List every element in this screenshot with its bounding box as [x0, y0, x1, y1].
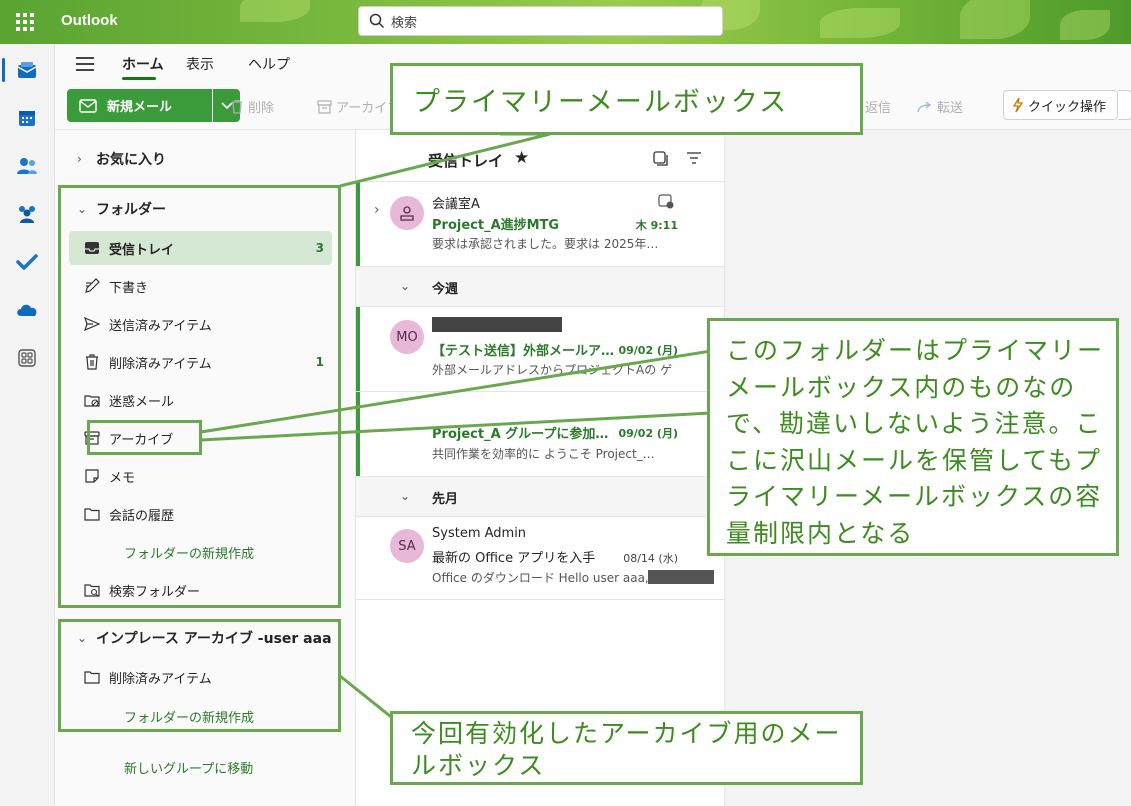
- onedrive-icon[interactable]: [15, 298, 39, 322]
- mail-icon[interactable]: [15, 58, 39, 82]
- redacted-text: [648, 570, 714, 584]
- top-bar: Outlook 検索: [0, 0, 1131, 44]
- tab-view[interactable]: 表示: [186, 54, 214, 74]
- search-icon: [369, 13, 385, 29]
- quick-action-button[interactable]: クイック操作: [1003, 90, 1118, 120]
- tab-home[interactable]: ホーム: [122, 54, 164, 74]
- message-preview: 共同作業を効率的に ようこそ Project_…: [432, 447, 655, 461]
- message-time: 09/02 (月): [618, 344, 678, 357]
- new-mail-button[interactable]: 新規メール: [67, 89, 212, 122]
- message-subject: Project_A進捗MTG: [432, 218, 560, 233]
- mail-compose-icon: [79, 98, 97, 113]
- archive-icon: [317, 99, 332, 114]
- quick-action-dropdown[interactable]: [1118, 90, 1131, 120]
- message-item[interactable]: › 会議室A Project_A進捗MTG 木 9:11 要求は承認されました。…: [356, 182, 724, 267]
- message-subject: 最新の Office アプリを入手: [432, 551, 596, 566]
- rail-active-indicator: [2, 58, 5, 82]
- delete-label: 削除: [248, 101, 275, 116]
- favorites-row[interactable]: › お気に入り: [55, 142, 355, 176]
- message-list-header: 受信トレイ ★: [356, 130, 724, 182]
- message-subject: Project_A グループに参加…: [432, 427, 609, 442]
- callout-folder-note: このフォルダーはプライマリーメールボックス内のものなので、勘違いしないよう注意。…: [707, 318, 1119, 556]
- groups-icon[interactable]: [15, 202, 39, 226]
- calendar-icon[interactable]: [15, 106, 39, 130]
- search-placeholder: 検索: [391, 15, 418, 31]
- callout-primary-text: プライマリーメールボックス: [413, 87, 789, 118]
- avatar: SA: [390, 529, 424, 563]
- forward-button[interactable]: 転送: [917, 97, 963, 116]
- message-preview: 要求は承認されました。要求は 2025年…: [432, 237, 659, 251]
- callout-archive-mailbox: 今回有効化したアーカイブ用のメールボックス: [390, 711, 863, 785]
- hamburger-menu-icon[interactable]: [76, 57, 94, 71]
- archive-mailbox-highlight-frame: [58, 619, 341, 732]
- reply-label: 返信: [865, 101, 892, 116]
- chevron-down-icon: ⌄: [400, 279, 411, 293]
- callout-archive-text: 今回有効化したアーカイブ用のメールボックス: [411, 719, 842, 780]
- lightning-icon: [1012, 97, 1024, 113]
- message-item[interactable]: MO 【テスト送信】外部メールア… 09/02 (月) 外部メールアドレスからプ…: [356, 307, 724, 392]
- message-list-title: 受信トレイ: [428, 152, 504, 170]
- folders-highlight-frame: [58, 185, 341, 608]
- message-sender: System Admin: [432, 526, 527, 541]
- avatar: MO: [390, 320, 424, 354]
- message-time: 09/02 (月): [618, 427, 678, 440]
- archive-button[interactable]: アーカイブ: [317, 97, 400, 116]
- avatar: [390, 196, 424, 230]
- favorite-star-icon[interactable]: ★: [514, 148, 529, 168]
- tab-help[interactable]: ヘルプ: [248, 54, 290, 74]
- quick-action-label: クイック操作: [1028, 99, 1107, 115]
- forward-label: 転送: [937, 101, 964, 116]
- archive-folder-highlight-frame: [87, 420, 202, 455]
- app-launcher-icon[interactable]: [16, 13, 34, 31]
- forward-arrow-icon: [917, 100, 932, 112]
- reply-button[interactable]: 返信: [865, 97, 891, 116]
- callout-primary-mailbox: プライマリーメールボックス: [390, 63, 863, 135]
- app-title[interactable]: Outlook: [61, 12, 118, 29]
- group-label: 今週: [432, 282, 459, 297]
- message-preview: Office のダウンロード Hello user aaa,: [432, 571, 649, 585]
- group-last-month[interactable]: ⌄ 先月: [356, 477, 724, 517]
- more-apps-icon[interactable]: [15, 346, 39, 370]
- chevron-down-icon: ⌄: [400, 489, 411, 503]
- favorites-header: お気に入り: [96, 152, 166, 168]
- people-icon[interactable]: [15, 154, 39, 178]
- message-item[interactable]: SA System Admin 最新の Office アプリを入手 08/14 …: [356, 517, 724, 600]
- todo-check-icon[interactable]: [15, 250, 39, 274]
- delete-button[interactable]: 削除: [230, 97, 274, 116]
- chevron-right-icon[interactable]: ›: [374, 202, 380, 218]
- chevron-right-icon: ›: [77, 152, 82, 166]
- callout-note-text: このフォルダーはプライマリーメールボックス内のものなので、勘違いしないよう注意。…: [726, 336, 1105, 548]
- message-list: 受信トレイ ★ › 会議室A Project_A進捗MTG 木 9:11 要求は…: [355, 130, 725, 806]
- message-sender: 会議室A: [432, 197, 480, 212]
- room-icon: [400, 206, 414, 221]
- filter-icon[interactable]: [686, 152, 702, 164]
- message-preview: 外部メールアドレスからプロジェクトAの ゲ: [432, 363, 673, 377]
- message-time: 08/14 (水): [623, 552, 678, 565]
- new-mail-label: 新規メール: [107, 100, 173, 115]
- move-to-new-group-link[interactable]: 新しいグループに移動: [124, 758, 253, 777]
- search-box[interactable]: 検索: [358, 6, 723, 36]
- message-subject: 【テスト送信】外部メールア…: [432, 344, 615, 359]
- message-time: 木 9:11: [635, 219, 678, 232]
- group-this-week[interactable]: ⌄ 今週: [356, 267, 724, 307]
- app-rail: [0, 44, 55, 806]
- select-mode-icon[interactable]: [652, 150, 668, 166]
- redacted-sender: [432, 317, 562, 332]
- message-item[interactable]: Project_A グループに参加… 09/02 (月) 共同作業を効率的に よ…: [356, 392, 724, 477]
- trash-icon: [232, 99, 242, 114]
- group-label: 先月: [432, 492, 459, 507]
- calendar-accepted-icon: [658, 194, 674, 209]
